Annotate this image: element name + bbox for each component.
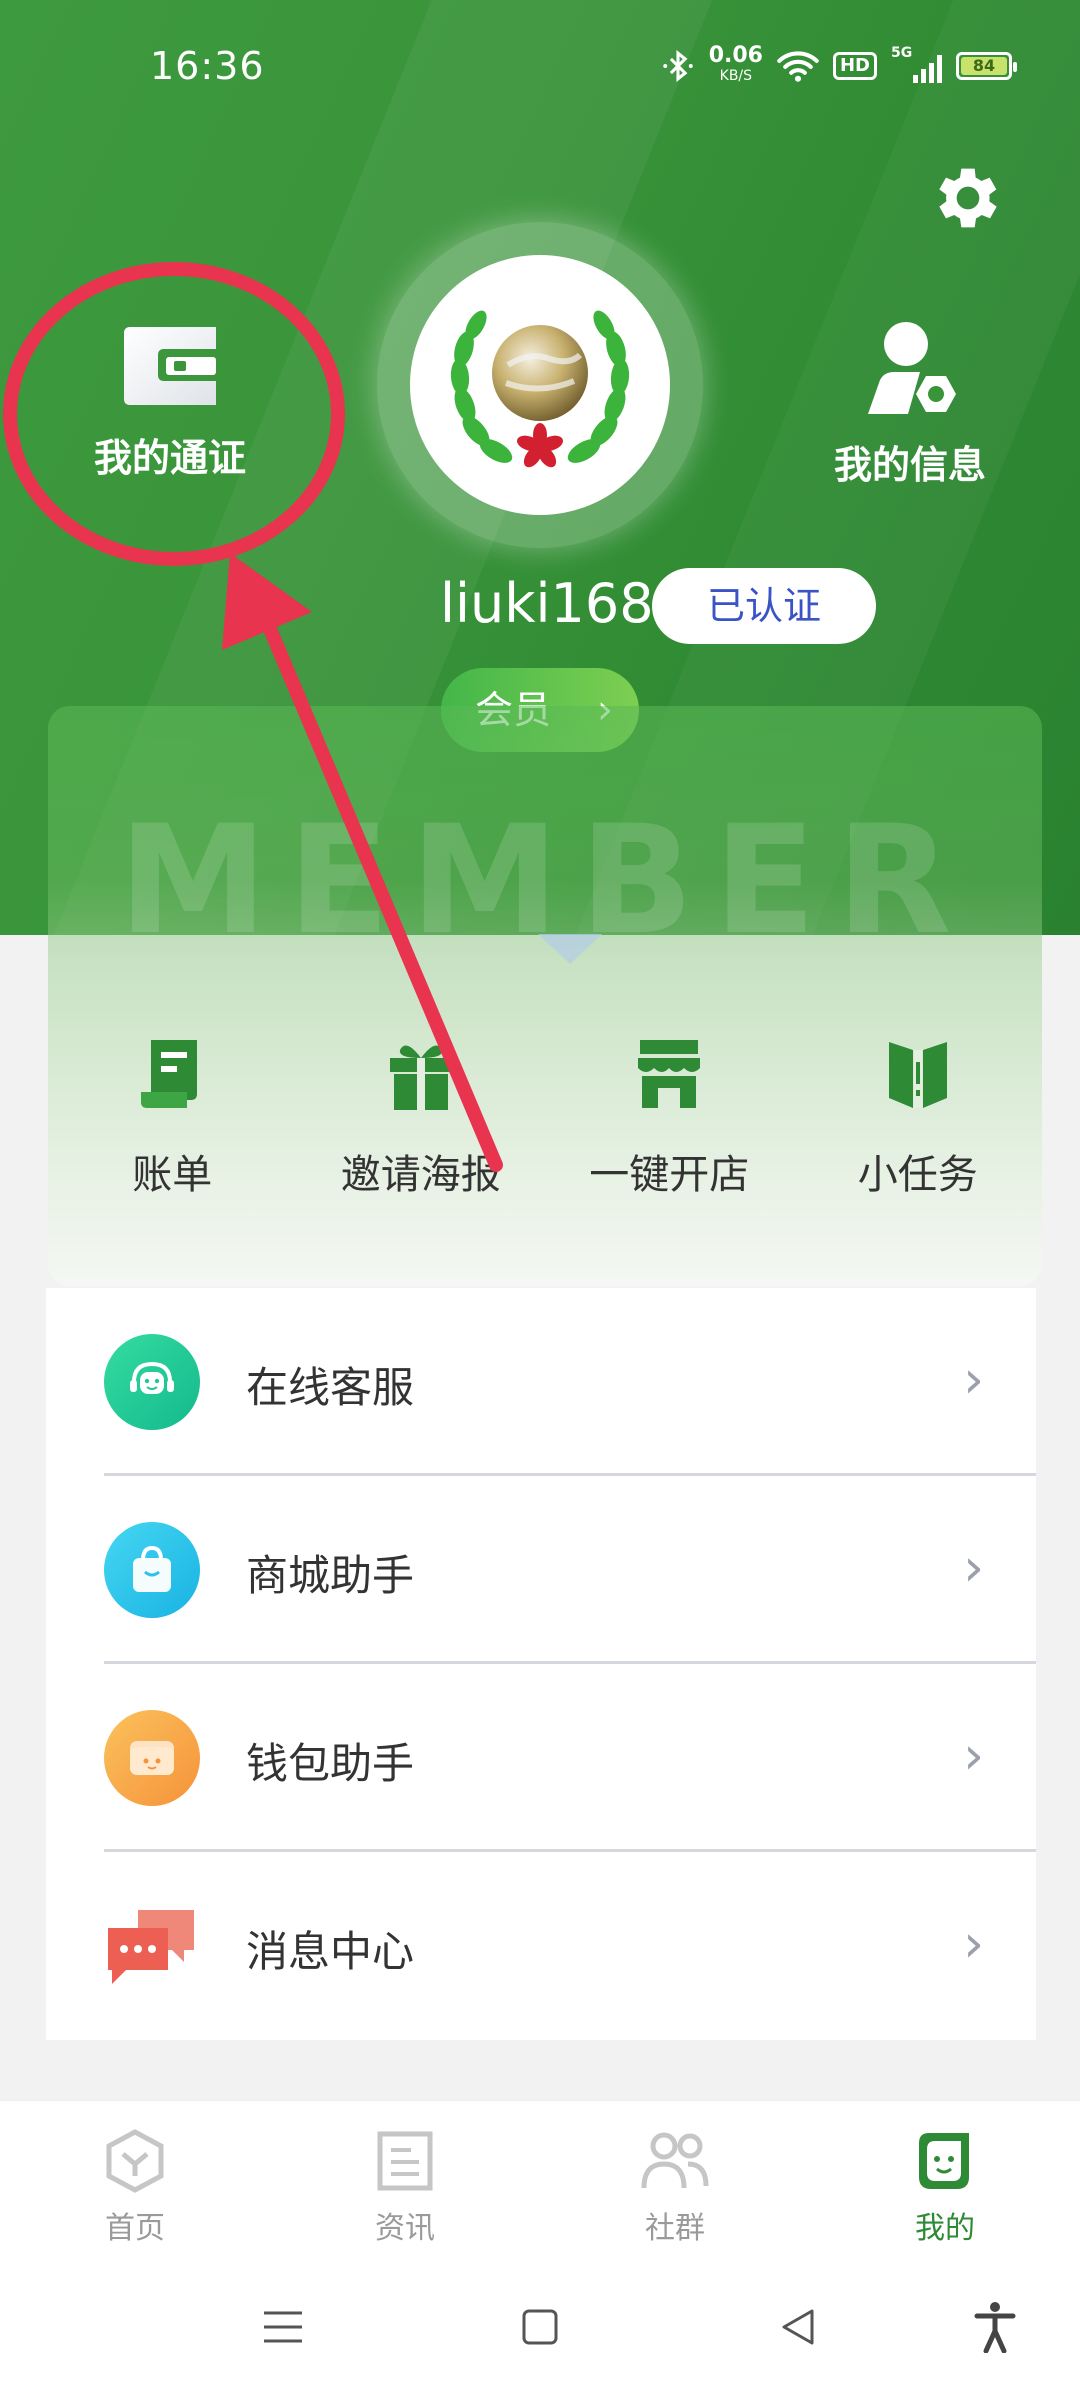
- hd-icon: HD: [832, 52, 877, 80]
- network-speed-value: 0.06: [708, 43, 763, 68]
- nav-item-news[interactable]: 资讯: [270, 2101, 540, 2265]
- username: liuki168: [440, 572, 654, 635]
- accessibility-icon[interactable]: [974, 2301, 1016, 2353]
- my-info-button[interactable]: 我的信息: [800, 320, 1020, 489]
- wallet-icon: [130, 1741, 174, 1775]
- nav-item-community[interactable]: 社群: [540, 2101, 810, 2265]
- list-item-icon-bg: [104, 1334, 200, 1430]
- shopping-bag-icon: [133, 1545, 171, 1592]
- store-icon: [638, 1040, 701, 1108]
- nav-label: 首页: [105, 2211, 165, 2246]
- quick-actions: 账单 邀请海报 一键开店 小任务: [48, 1030, 1042, 1230]
- battery-icon: 84: [956, 52, 1017, 80]
- gear-icon[interactable]: [928, 158, 1008, 238]
- task-icon: [888, 1042, 947, 1108]
- quick-action-label: 一键开店: [589, 1152, 750, 1198]
- home-icon: [106, 2129, 164, 2193]
- my-pass-button[interactable]: 我的通证: [60, 325, 280, 482]
- list-item-message-center[interactable]: 消息中心 ›: [46, 1852, 1036, 2040]
- list-item-label: 钱包助手: [246, 1739, 415, 1788]
- list-item-label: 商城助手: [246, 1551, 415, 1600]
- bill-icon: [141, 1040, 198, 1108]
- quick-action-label: 邀请海报: [340, 1152, 501, 1198]
- menu-list: 在线客服 › 商城助手 › 钱包助手 › 消息中心 ›: [46, 1288, 1036, 2040]
- list-item-wallet-assistant[interactable]: 钱包助手 ›: [46, 1664, 1036, 1852]
- status-bar: 16:36 0.06 KB/S HD 5G 84: [0, 0, 1080, 135]
- quick-action-label: 账单: [132, 1152, 213, 1198]
- nav-label: 我的: [915, 2211, 975, 2246]
- quick-action-invite-poster[interactable]: 邀请海报: [297, 1030, 546, 1230]
- status-icons: 0.06 KB/S HD 5G 84: [661, 43, 1017, 86]
- list-item-icon-bg: [104, 1710, 200, 1806]
- card-notch: [538, 934, 602, 964]
- home-square-icon[interactable]: [520, 2305, 560, 2349]
- quick-action-bill[interactable]: 账单: [48, 1030, 297, 1230]
- network-speed: 0.06 KB/S: [708, 43, 763, 86]
- profile-icon: [919, 2133, 969, 2189]
- my-info-label: 我的信息: [833, 443, 986, 487]
- list-item-icon-bg: [104, 1898, 200, 1994]
- chevron-right-icon: ›: [963, 1726, 984, 1786]
- wallet-card-icon: [124, 327, 216, 405]
- nav-item-profile[interactable]: 我的: [810, 2101, 1080, 2265]
- cellular-signal-icon: 5G: [891, 45, 942, 83]
- wifi-icon: [777, 51, 819, 82]
- network-speed-unit: KB/S: [719, 68, 753, 84]
- list-item-mall-assistant[interactable]: 商城助手 ›: [46, 1476, 1036, 1664]
- quick-action-small-tasks[interactable]: 小任务: [794, 1030, 1043, 1230]
- nav-label: 社群: [645, 2211, 705, 2246]
- quick-action-open-store[interactable]: 一键开店: [545, 1030, 794, 1230]
- my-pass-label: 我的通证: [93, 436, 246, 480]
- list-item-label: 消息中心: [246, 1927, 415, 1976]
- quick-action-label: 小任务: [857, 1152, 978, 1198]
- list-item-icon-bg: [104, 1522, 200, 1618]
- nav-label: 资讯: [375, 2211, 435, 2246]
- avatar[interactable]: [410, 255, 670, 515]
- system-nav-bar: [0, 2265, 1080, 2400]
- user-settings-icon: [868, 322, 956, 414]
- list-item-label: 在线客服: [246, 1363, 415, 1412]
- bottom-nav: 首页 资讯 社群 我的: [0, 2100, 1080, 2265]
- community-icon: [641, 2132, 709, 2189]
- list-item-online-service[interactable]: 在线客服 ›: [46, 1288, 1036, 1476]
- message-icon: [108, 1910, 194, 1984]
- signal-type: 5G: [891, 45, 913, 61]
- menu-icon[interactable]: [262, 2305, 304, 2349]
- verified-badge[interactable]: 已认证: [652, 568, 876, 644]
- avatar-emblem-icon: [450, 310, 630, 468]
- chevron-right-icon: ›: [963, 1538, 984, 1598]
- chevron-right-icon: ›: [963, 1914, 984, 1974]
- news-icon: [377, 2131, 433, 2191]
- nav-item-home[interactable]: 首页: [0, 2101, 270, 2265]
- gift-icon: [389, 1045, 452, 1110]
- customer-service-icon: [130, 1361, 174, 1394]
- bluetooth-icon: [662, 50, 693, 82]
- battery-level: 84: [961, 57, 1007, 75]
- back-icon[interactable]: [778, 2305, 818, 2349]
- chevron-right-icon: ›: [963, 1350, 984, 1410]
- status-time: 16:36: [150, 44, 265, 88]
